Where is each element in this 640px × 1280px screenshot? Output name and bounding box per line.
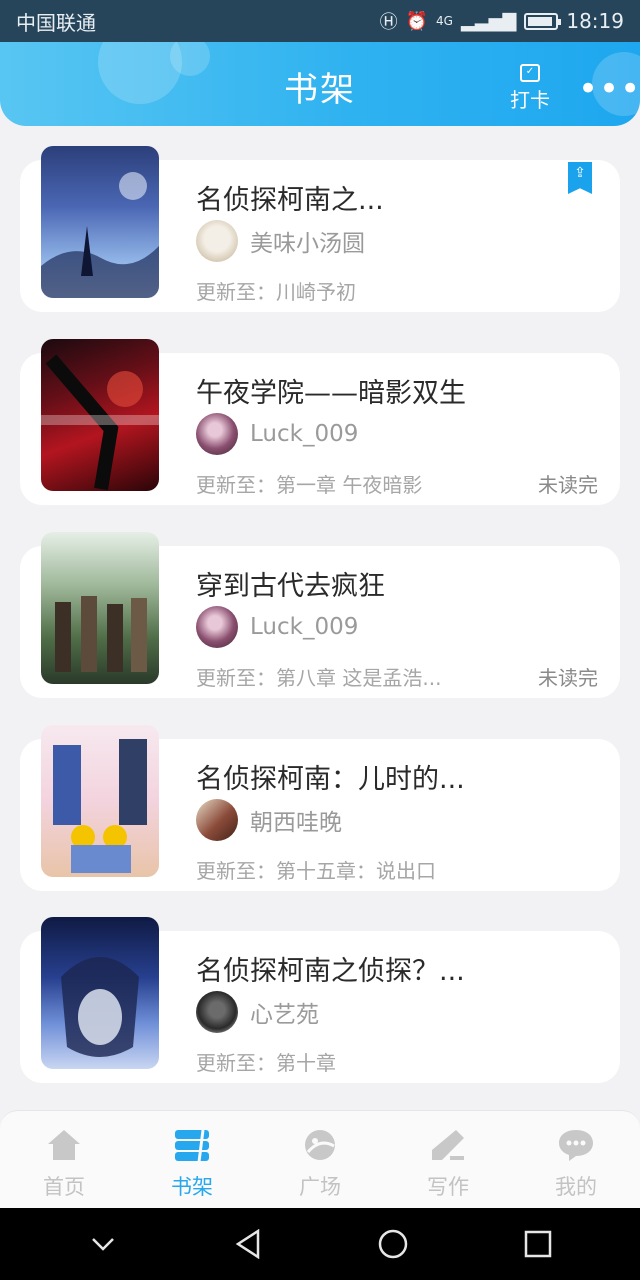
book-author: 心艺苑 (196, 991, 319, 1033)
status-icons: Ⓗ ⏰ 4G ▂▃▅▇ 18:19 (380, 8, 624, 34)
clock-label: 18:19 (566, 9, 624, 33)
network-label: 4G (436, 14, 453, 28)
author-avatar (196, 799, 238, 841)
write-icon (384, 1125, 512, 1165)
book-title: 午夜学院——暗影双生 (196, 378, 466, 409)
book-update: 更新至：第一章 午夜暗影 (196, 473, 423, 497)
system-nav-bar (0, 1208, 640, 1280)
book-cover[interactable] (41, 917, 159, 1069)
carrier-label: 中国联通 (16, 10, 96, 35)
book-author: 朝西哇晚 (196, 799, 342, 841)
cover-art (53, 739, 147, 873)
plaza-icon (256, 1125, 384, 1165)
book-cover[interactable] (41, 725, 159, 877)
checkin-label: 打卡 (510, 88, 550, 112)
hd-icon: Ⓗ (379, 12, 398, 33)
bookshelf-icon (128, 1125, 256, 1165)
recents-button[interactable] (508, 1214, 568, 1274)
book-title: 名侦探柯南之... (196, 185, 384, 216)
alarm-icon: ⏰ (405, 10, 429, 32)
bottom-tab-bar: 首页 书架 广场 写作 我的 (0, 1110, 640, 1208)
author-name: Luck_009 (250, 614, 359, 640)
cover-art (41, 172, 159, 298)
more-dots-icon: ••• (578, 69, 640, 109)
back-button[interactable] (218, 1214, 278, 1274)
book-item[interactable]: 名侦探柯南之... 美味小汤圆 更新至：川崎予初 ⇪ (20, 146, 620, 312)
book-author: Luck_009 (196, 413, 358, 455)
unread-status: 未读完 (538, 473, 598, 497)
tab-label: 我的 (555, 1175, 597, 1199)
cover-art (61, 957, 139, 1057)
tab-mine[interactable]: 我的 (512, 1111, 640, 1208)
book-author: 美味小汤圆 (196, 220, 365, 262)
book-title: 名侦探柯南：儿时的... (196, 764, 465, 795)
book-cover[interactable] (41, 146, 159, 298)
book-item[interactable]: 午夜学院——暗影双生 Luck_009 更新至：第一章 午夜暗影 未读完 (20, 339, 620, 505)
signal-icon: ▂▃▅▇ (460, 10, 517, 32)
book-item[interactable]: 名侦探柯南：儿时的... 朝西哇晚 更新至：第十五章：说出口 (20, 725, 620, 891)
author-avatar (196, 991, 238, 1033)
app-header: 书架 ✓ 打卡 ••• (0, 42, 640, 126)
book-author: Luck_009 (196, 606, 358, 648)
battery-icon (524, 12, 562, 30)
book-update: 更新至：川崎予初 (196, 280, 356, 304)
tab-label: 首页 (43, 1175, 85, 1199)
book-cover[interactable] (41, 339, 159, 491)
tab-plaza[interactable]: 广场 (256, 1111, 384, 1208)
tab-home[interactable]: 首页 (0, 1111, 128, 1208)
calendar-check-icon: ✓ (520, 64, 540, 82)
author-name: 心艺苑 (250, 1002, 319, 1028)
home-button[interactable] (363, 1214, 423, 1274)
back-triangle-icon (235, 1229, 259, 1259)
tab-label: 书架 (171, 1175, 213, 1199)
book-update: 更新至：第八章 这是孟浩... (196, 666, 442, 690)
book-item[interactable]: 名侦探柯南之侦探？... 心艺苑 更新至：第十章 (20, 917, 620, 1083)
status-bar: 中国联通 Ⓗ ⏰ 4G ▂▃▅▇ 18:19 (0, 0, 640, 42)
author-name: Luck_009 (250, 421, 359, 447)
tab-write[interactable]: 写作 (384, 1111, 512, 1208)
more-options-button[interactable]: ••• (578, 72, 640, 106)
home-icon (0, 1125, 128, 1165)
tab-label: 广场 (299, 1175, 341, 1199)
tab-bookshelf[interactable]: 书架 (128, 1111, 256, 1208)
checkin-button[interactable]: ✓ 打卡 (505, 64, 555, 113)
book-update: 更新至：第十五章：说出口 (196, 859, 436, 883)
author-avatar (196, 413, 238, 455)
tab-label: 写作 (427, 1175, 469, 1199)
author-avatar (196, 606, 238, 648)
book-title: 穿到古代去疯狂 (196, 571, 385, 602)
chat-bubble-icon (512, 1125, 640, 1165)
recents-square-icon (524, 1230, 551, 1258)
cover-art (55, 596, 147, 672)
book-update: 更新至：第十章 (196, 1051, 336, 1075)
book-cover[interactable] (41, 532, 159, 684)
author-avatar (196, 220, 238, 262)
author-name: 朝西哇晚 (250, 810, 342, 836)
book-item[interactable]: 穿到古代去疯狂 Luck_009 更新至：第八章 这是孟浩... 未读完 (20, 532, 620, 698)
book-title: 名侦探柯南之侦探？... (196, 956, 465, 987)
author-name: 美味小汤圆 (250, 231, 365, 257)
home-circle-icon (378, 1229, 407, 1259)
hide-nav-button[interactable] (73, 1214, 133, 1274)
chevron-down-icon (91, 1238, 114, 1251)
cover-art (41, 354, 159, 491)
unread-status: 未读完 (538, 666, 598, 690)
